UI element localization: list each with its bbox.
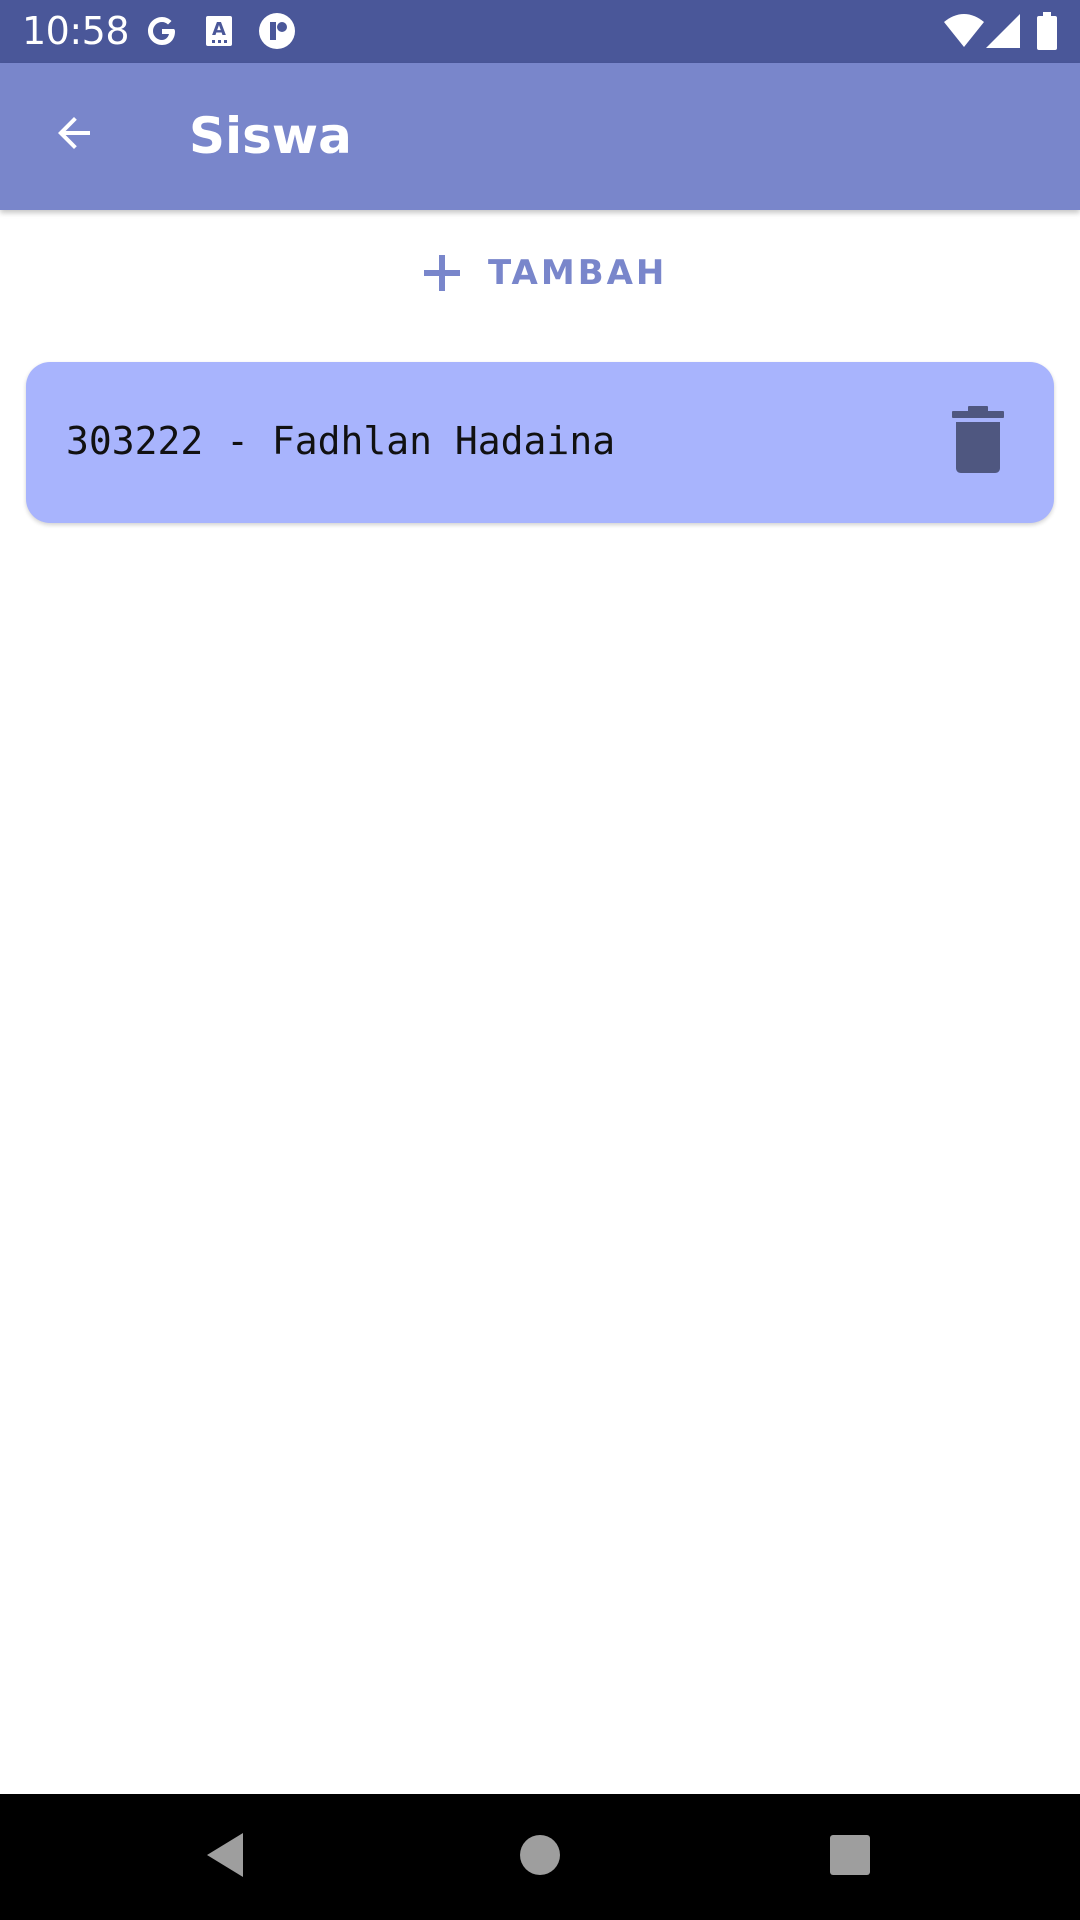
status-bar: 10:58 A: [0, 0, 1080, 63]
arrow-back-icon: [50, 109, 98, 162]
list-item-text: 303222 - Fadhlan Hadaina: [66, 419, 616, 463]
signal-icon: [986, 14, 1020, 53]
app-bar: Siswa: [0, 63, 1080, 210]
back-button[interactable]: [38, 99, 110, 171]
trash-icon: [950, 405, 1006, 479]
home-circle-icon: [518, 1833, 562, 1882]
status-time: 10:58: [22, 9, 130, 53]
nav-home-button[interactable]: [507, 1824, 573, 1890]
svg-text:A: A: [212, 19, 226, 40]
page-title: Siswa: [189, 107, 352, 165]
add-button-label: TAMBAH: [488, 253, 668, 293]
nav-recents-button[interactable]: [817, 1824, 883, 1890]
list-item[interactable]: 303222 - Fadhlan Hadaina: [26, 362, 1054, 523]
recents-square-icon: [829, 1834, 871, 1881]
back-triangle-icon: [203, 1831, 247, 1884]
plus-icon: [420, 251, 464, 295]
screen: 10:58 A Siswa TAMBAH 303222 - Fadhlan Ha…: [0, 0, 1080, 1920]
delete-button[interactable]: [940, 404, 1016, 480]
app-circle-icon: [258, 12, 296, 55]
navigation-bar: [0, 1794, 1080, 1920]
wifi-icon: [944, 14, 984, 53]
add-button[interactable]: TAMBAH: [420, 240, 667, 306]
keyboard-a-icon: A: [204, 14, 234, 53]
google-icon: [142, 11, 182, 56]
nav-back-button[interactable]: [192, 1824, 258, 1890]
battery-icon: [1036, 12, 1058, 55]
